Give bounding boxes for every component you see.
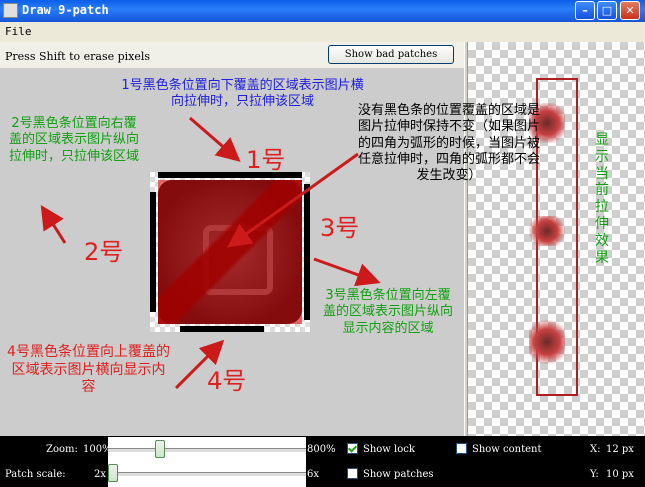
- patch-scale-max-label: 6x: [307, 469, 320, 480]
- label-2: 2号: [84, 238, 124, 266]
- zoom-slider[interactable]: [108, 437, 306, 463]
- zoom-track: [108, 448, 306, 452]
- show-patches-label: Show patches: [363, 469, 434, 480]
- label-1: 1号: [246, 146, 286, 174]
- window-title: Draw 9-patch: [22, 3, 109, 17]
- annotation-preview: 显示当前拉伸效果: [595, 132, 609, 266]
- patch-scale-min-label: 2x: [94, 469, 107, 480]
- title-bar: Draw 9-patch – □ ✕: [0, 0, 645, 22]
- patch-scale-thumb[interactable]: [108, 464, 118, 482]
- annotation-right: 3号黑色条位置向左覆盖的区域表示图片纵向显示内容的区域: [322, 288, 453, 336]
- x-coord-value: 12 px: [606, 444, 634, 455]
- app-icon: [3, 3, 18, 18]
- x-coord-label: X:: [590, 444, 601, 455]
- preview-image-both: [529, 320, 565, 364]
- control-bar: Zoom: 100% 800% Patch scale: 2x 6x Show …: [0, 436, 645, 487]
- patch-scale-slider[interactable]: [108, 461, 306, 487]
- annotation-center: 没有黑色条的位置覆盖的区域是图片拉伸时保持不变（如果图片的四角为弧形的时候，当图…: [358, 103, 541, 183]
- right-patch-bar: [304, 184, 310, 320]
- left-patch-bar: [150, 192, 156, 312]
- diagonal-stripe: [158, 180, 302, 324]
- annotation-left: 2号黑色条位置向右覆盖的区域表示图片纵向拉伸时，只拉伸该区域: [8, 116, 139, 164]
- menu-bar: File: [0, 22, 645, 42]
- erase-hint: Press Shift to erase pixels: [5, 50, 151, 63]
- bottom-patch-bar: [180, 326, 264, 332]
- show-content-checkbox[interactable]: [456, 443, 467, 454]
- show-patches-checkbox[interactable]: [347, 468, 358, 479]
- label-4: 4号: [207, 367, 247, 395]
- minimize-button[interactable]: –: [575, 1, 595, 20]
- patch-scale-track: [108, 472, 306, 476]
- show-bad-patches-button[interactable]: Show bad patches: [328, 45, 454, 64]
- patch-scale-label: Patch scale:: [5, 469, 66, 480]
- maximize-button[interactable]: □: [597, 1, 617, 20]
- close-button[interactable]: ✕: [620, 1, 640, 20]
- show-lock-label: Show lock: [363, 444, 415, 455]
- menu-file[interactable]: File: [5, 25, 32, 38]
- zoom-thumb[interactable]: [155, 440, 165, 458]
- annotation-top: 1号黑色条位置向下覆盖的区域表示图片横向拉伸时，只拉伸该区域: [121, 78, 364, 110]
- y-coord-value: 10 px: [606, 469, 634, 480]
- show-lock-checkbox[interactable]: [347, 443, 358, 454]
- label-3: 3号: [320, 214, 360, 242]
- zoom-max-label: 800%: [307, 444, 336, 455]
- show-content-label: Show content: [472, 444, 542, 455]
- nine-patch-image[interactable]: [150, 172, 310, 332]
- preview-image-horizontal: [529, 216, 565, 246]
- y-coord-label: Y:: [590, 469, 599, 480]
- zoom-label: Zoom:: [46, 444, 78, 455]
- toolbar: Press Shift to erase pixels Show bad pat…: [0, 42, 464, 68]
- annotation-bottom: 4号黑色条位置向上覆盖的区域表示图片横向显示内容: [7, 344, 170, 395]
